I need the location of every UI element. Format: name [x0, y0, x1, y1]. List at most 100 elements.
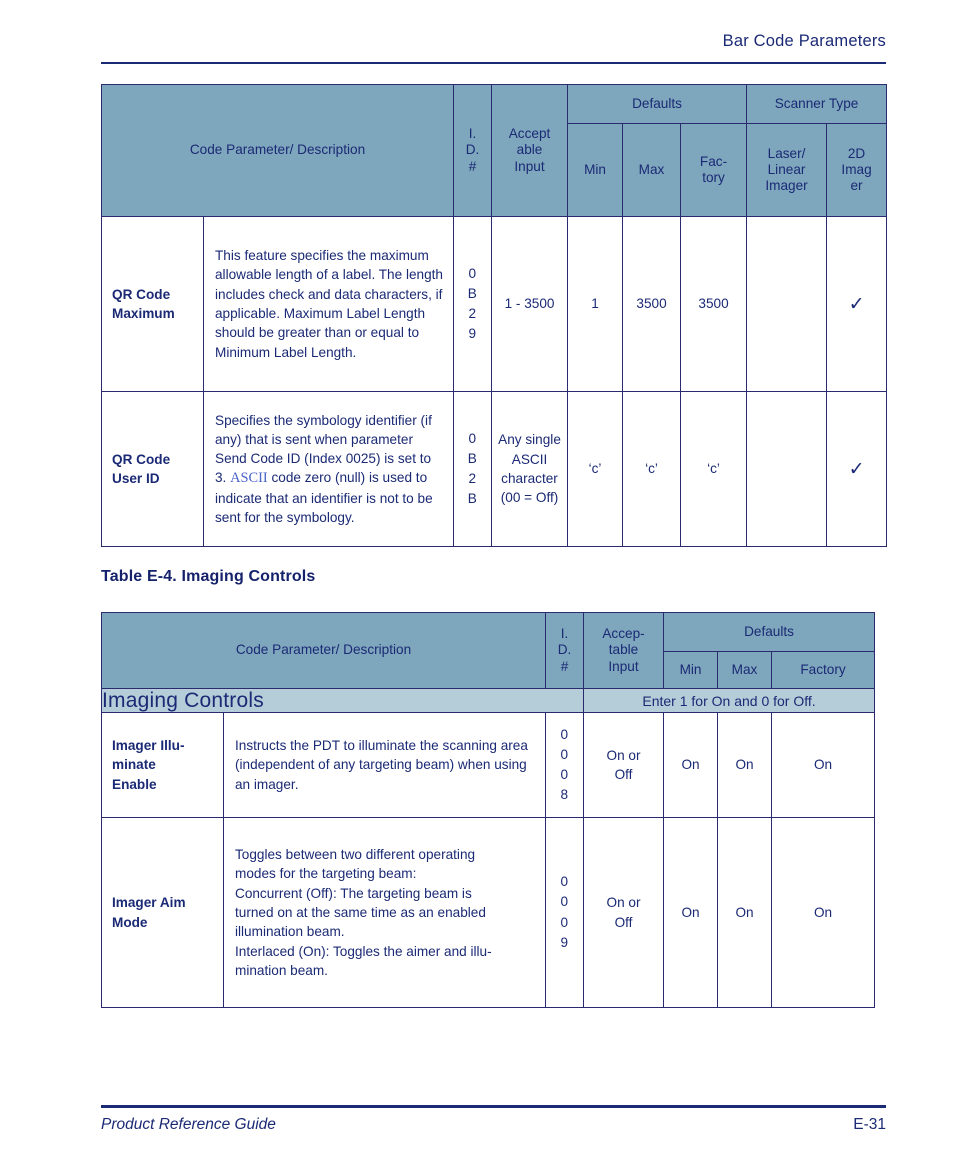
th2-id-line1: I. [560, 626, 569, 642]
row-param-name-line1: Imager Aim [112, 895, 186, 911]
row-id-char: 0 [560, 767, 569, 783]
table2-header-row-1: Code Parameter/ Description I. D. # Acce… [100, 612, 876, 689]
row-default-max: On [717, 712, 773, 819]
th-max: Max [622, 123, 682, 217]
header-rule [101, 62, 886, 64]
row-default-min: On [663, 712, 719, 819]
row-description: Instructs the PDT to illuminate the scan… [222, 712, 547, 819]
row-id-char: 2 [468, 471, 477, 486]
row-description-line: modes for the targeting beam: [235, 866, 417, 882]
row-param-name-line2: minate [112, 757, 156, 773]
row-param-name-line1: QR Code [112, 451, 171, 467]
th2-acceptable-input: Accep- table Input [583, 612, 665, 689]
row-id-char: 0 [560, 746, 569, 762]
row-default-min: On [663, 817, 719, 1009]
row-param-name-line2: User ID [112, 471, 160, 486]
row-description: This feature specifies the maximum allow… [202, 216, 455, 392]
th2-acceptable-input-line2: table [608, 642, 639, 658]
row-description: Specifies the symbology identifier (if a… [202, 391, 455, 547]
row-param-name: Imager Aim Mode [101, 817, 224, 1009]
row-description-line: Toggles between two different operating [235, 847, 476, 863]
th2-defaults: Defaults [663, 612, 876, 652]
row-acceptable-input-line1: On or [606, 747, 641, 763]
th2-max: Max [717, 651, 773, 689]
row-description-line: mination beam. [235, 962, 328, 978]
row-id-char: 0 [560, 894, 569, 910]
th-laser-line1: Laser/ [767, 145, 806, 161]
row-acceptable-input-line2: Off [614, 914, 633, 930]
row-laser-linear-imager [746, 391, 828, 547]
row-id: 0 0 0 8 [545, 712, 585, 819]
th-2d-imager: 2D Imag er [826, 123, 888, 217]
row-id: 0 0 0 9 [545, 817, 585, 1009]
row-description-line: Concurrent (Off): The targeting beam is [235, 885, 472, 901]
row-param-name-line1: Imager Illu- [112, 738, 185, 754]
row-default-max: 3500 [622, 216, 682, 392]
th-scanner-type: Scanner Type [746, 84, 888, 124]
table-row: QR Code Maximum This feature specifies t… [101, 216, 888, 392]
th-2d-imager-line3: er [850, 178, 863, 194]
row-acceptable-input: 1 - 3500 [491, 216, 569, 392]
footer-rule [101, 1105, 886, 1108]
row-id-char: B [467, 285, 478, 301]
row-acceptable-input: Any single ASCII character (00 = Off) [491, 391, 569, 547]
row-acceptable-input: On or Off [583, 817, 665, 1009]
row-id: 0 B 2 B [453, 391, 493, 547]
row-2d-imager-check-icon: ✓ [826, 391, 888, 547]
row-default-min: ‘c’ [567, 391, 624, 547]
th2-acceptable-input-line1: Accep- [602, 626, 645, 642]
row-id-char: 8 [560, 787, 569, 803]
th-defaults: Defaults [567, 84, 748, 124]
th-laser-line2: Linear [767, 161, 806, 177]
th-min: Min [567, 123, 624, 217]
row-id-char: 0 [468, 265, 477, 281]
row-acceptable-input-line1: On or [606, 895, 641, 911]
th-factory-line1: Fac- [699, 153, 728, 169]
document-page: Bar Code Parameters Code Parameter/ Desc… [0, 0, 954, 1159]
row-default-max: ‘c’ [622, 391, 682, 547]
th-code-parameter: Code Parameter/ Description [100, 84, 455, 217]
row-default-factory: 3500 [680, 216, 748, 392]
table-row: Imager Aim Mode Toggles between two diff… [101, 817, 876, 1009]
row-laser-linear-imager [746, 216, 828, 392]
th2-id-line2: D. [557, 642, 572, 658]
th-2d-imager-line2: Imag [841, 161, 872, 177]
row-acceptable-input: On or Off [583, 712, 665, 819]
row-default-factory: On [771, 817, 876, 1009]
row-id-char: 0 [560, 726, 569, 742]
row-description-line: Interlaced (On): Toggles the aimer and i… [235, 943, 492, 959]
th2-min: Min [663, 651, 719, 689]
row-id-char: 2 [468, 306, 477, 321]
th-laser-linear-imager: Laser/ Linear Imager [746, 123, 828, 217]
row-id-char: 0 [468, 430, 477, 446]
table-qr-code-parameters: Code Parameter/ Description I. D. # Acce… [100, 84, 888, 547]
row-param-name-line1: QR Code [112, 286, 171, 302]
row-id-char: 0 [560, 874, 569, 890]
row-param-name-line2: Maximum [112, 306, 175, 321]
row-default-factory: On [771, 712, 876, 819]
th-acceptable-input: Accept able Input [491, 84, 569, 217]
row-2d-imager-check-icon: ✓ [826, 216, 888, 392]
row-description: Toggles between two different operating … [222, 817, 547, 1009]
th2-acceptable-input-line3: Input [608, 658, 639, 674]
row-default-min: 1 [567, 216, 624, 392]
th-id: I. D. # [453, 84, 493, 217]
row-id: 0 B 2 9 [453, 216, 493, 392]
row-default-factory: ‘c’ [680, 391, 748, 547]
row-acceptable-input-line2: Off [614, 767, 633, 783]
th2-id-line3: # [560, 658, 569, 674]
th-2d-imager-line1: 2D [847, 145, 866, 161]
row-default-max: On [717, 817, 773, 1009]
row-param-name-line2: Mode [112, 914, 148, 930]
section-band-note: Enter 1 for On and 0 for Off. [583, 687, 876, 714]
table-row: QR Code User ID Specifies the symbology … [101, 391, 888, 547]
row-param-name: QR Code User ID [101, 391, 204, 547]
th-acceptable-input-line1: Accept [508, 126, 551, 142]
row-param-name: Imager Illu- minate Enable [101, 712, 224, 819]
row-description-xref-ascii[interactable]: ASCII [230, 470, 268, 486]
table-caption-e4: Table E-4. Imaging Controls [101, 568, 316, 585]
th2-code-parameter: Code Parameter/ Description [100, 612, 547, 689]
row-id-char: 0 [560, 914, 569, 930]
th-id-line1: I. [468, 126, 477, 142]
footer-page-number: E-31 [853, 1116, 886, 1133]
